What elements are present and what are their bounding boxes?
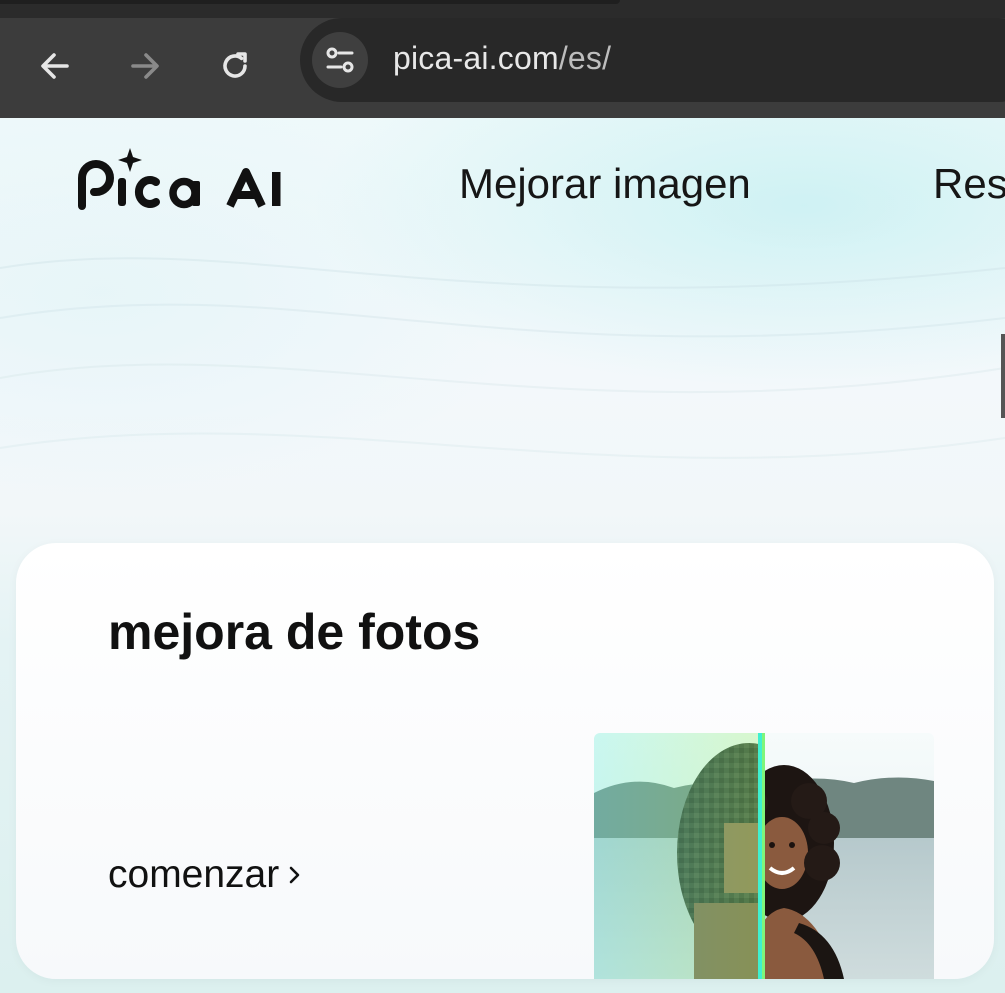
page-content: Mejorar imagen Res mejora de fotos comen… bbox=[0, 118, 1005, 993]
start-link[interactable]: comenzar bbox=[108, 853, 303, 897]
url-path: /es/ bbox=[558, 40, 612, 76]
pica-ai-logo bbox=[78, 148, 281, 210]
reload-icon bbox=[223, 52, 247, 78]
browser-chrome: pica-ai.com/es/ bbox=[0, 0, 1005, 118]
card-title: mejora de fotos bbox=[108, 604, 481, 660]
url-text[interactable]: pica-ai.com/es/ bbox=[393, 40, 611, 77]
nav-link-res[interactable]: Res bbox=[933, 160, 1005, 208]
browser-toolbar: pica-ai.com/es/ bbox=[0, 18, 1005, 118]
back-button[interactable] bbox=[31, 42, 79, 90]
nav-link-mejorar-imagen[interactable]: Mejorar imagen bbox=[459, 160, 751, 208]
arrow-right-icon bbox=[131, 53, 159, 79]
address-bar[interactable]: pica-ai.com/es/ bbox=[300, 18, 1005, 102]
arrow-left-icon bbox=[41, 53, 69, 79]
tune-icon bbox=[326, 47, 354, 73]
portrait-illustration bbox=[594, 733, 934, 979]
site-logo[interactable] bbox=[78, 148, 298, 210]
scroll-edge-indicator bbox=[1001, 334, 1005, 418]
feature-card-photo-enhance[interactable]: mejora de fotos comenzar bbox=[16, 543, 994, 979]
chevron-right-icon bbox=[289, 866, 300, 884]
reload-button[interactable] bbox=[211, 42, 259, 90]
start-link-label: comenzar bbox=[108, 853, 280, 896]
before-after-preview-image bbox=[594, 733, 934, 979]
site-info-button[interactable] bbox=[312, 32, 368, 88]
forward-button[interactable] bbox=[121, 42, 169, 90]
url-host: pica-ai.com bbox=[393, 40, 559, 76]
tab-strip bbox=[0, 0, 1005, 18]
active-tab-edge[interactable] bbox=[0, 0, 620, 4]
